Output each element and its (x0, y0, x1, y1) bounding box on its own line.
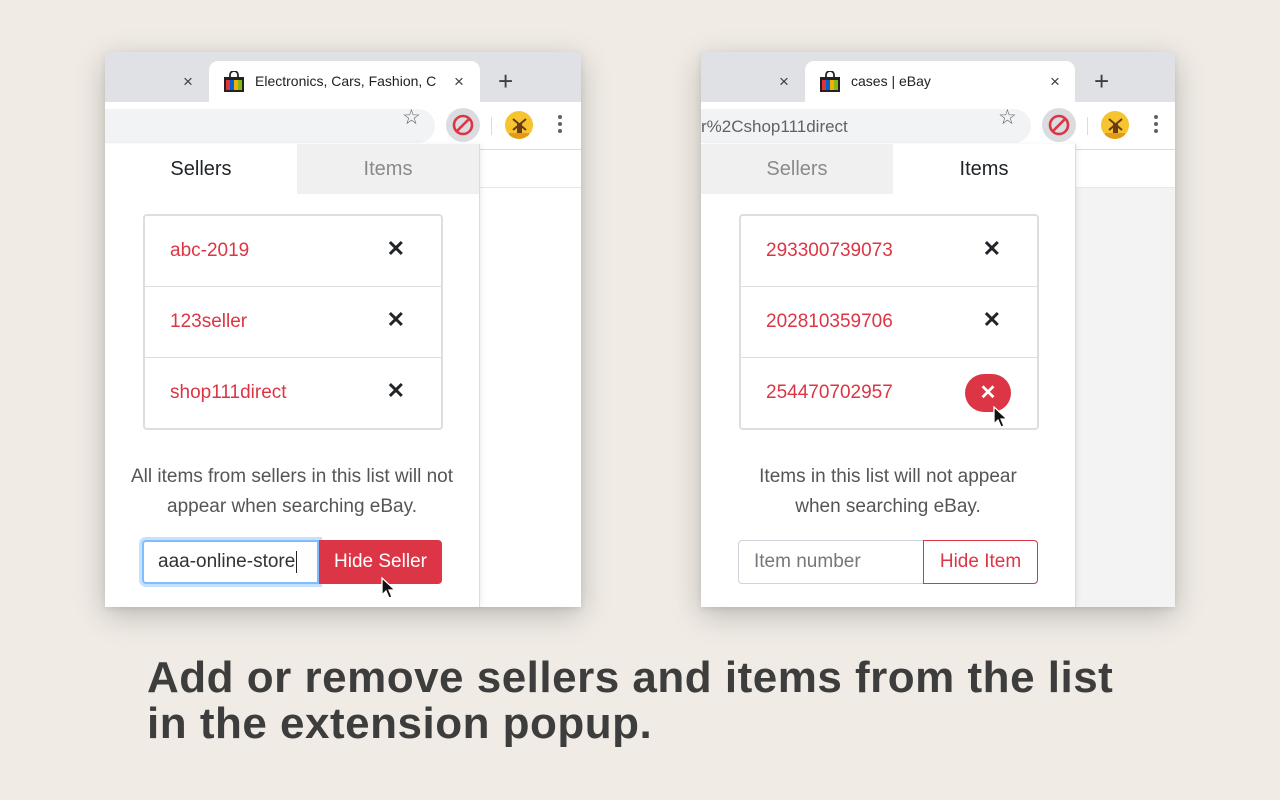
item-number: 202810359706 (766, 311, 893, 332)
seller-list-description: All items from sellers in this list will… (130, 466, 454, 517)
caption-line-2: in the extension popup. (147, 699, 653, 748)
seller-list: abc-2019 ✕ 123seller ✕ shop111direct ✕ (143, 214, 443, 430)
shopping-bag-icon (224, 71, 244, 92)
browser-toolbar: ☆ (105, 102, 581, 150)
seller-name: 123seller (170, 311, 248, 332)
remove-icon[interactable]: ✕ (387, 379, 405, 403)
kebab-menu-icon[interactable] (1154, 115, 1158, 136)
extension-button[interactable] (446, 108, 480, 142)
seller-input[interactable]: aaa-online-store (142, 540, 319, 584)
tab-items[interactable]: Items (893, 144, 1075, 194)
page-content (480, 188, 581, 607)
star-icon[interactable]: ☆ (402, 107, 421, 129)
toolbar-separator (1087, 117, 1088, 135)
address-bar[interactable] (105, 109, 435, 143)
remove-icon[interactable]: ✕ (983, 308, 1001, 332)
popup-tabs: Sellers Items (105, 144, 479, 194)
list-item: abc-2019 ✕ (145, 216, 441, 287)
tab-active[interactable]: Electronics, Cars, Fashion, C × (209, 61, 480, 102)
extension-button[interactable] (1042, 108, 1076, 142)
mouse-pointer-icon (381, 577, 397, 599)
item-number-input[interactable]: Item number (738, 540, 924, 584)
toolbar-separator (491, 117, 492, 135)
tab-active[interactable]: cases | eBay × (805, 61, 1075, 102)
browser-toolbar: r%2Cshop111direct ☆ (701, 102, 1175, 150)
text-caret (296, 550, 298, 573)
shopping-bag-icon (820, 71, 840, 92)
tab-close-icon[interactable]: × (454, 73, 464, 90)
tab-title: Electronics, Cars, Fashion, C (255, 73, 437, 89)
tab-strip: × Electronics, Cars, Fashion, C × + (105, 52, 581, 102)
tab-sellers[interactable]: Sellers (701, 144, 893, 194)
tab-close-icon[interactable]: × (779, 73, 789, 90)
mouse-pointer-icon (993, 406, 1009, 428)
kebab-menu-icon[interactable] (558, 115, 562, 136)
blocked-sign-icon (452, 114, 474, 136)
new-tab-icon[interactable]: + (1094, 68, 1109, 94)
caption-line-1: Add or remove sellers and items from the… (147, 653, 1114, 702)
list-item: 293300739073 ✕ (741, 216, 1037, 287)
tab-inactive[interactable]: × (105, 61, 207, 102)
item-list: 293300739073 ✕ 202810359706 ✕ 2544707029… (739, 214, 1039, 430)
star-icon[interactable]: ☆ (998, 107, 1017, 129)
windmill-avatar-icon[interactable] (1101, 111, 1129, 139)
extension-popup: Sellers Items 293300739073 ✕ 20281035970… (701, 144, 1076, 607)
item-number: 293300739073 (766, 240, 893, 261)
item-list-description: Items in this list will not appear when … (759, 466, 1017, 517)
extension-popup: Sellers Items abc-2019 ✕ 123seller ✕ sho… (105, 144, 480, 607)
remove-icon[interactable]: ✕ (387, 237, 405, 261)
item-number: 254470702957 (766, 382, 893, 403)
list-item: shop111direct ✕ (145, 358, 441, 428)
page-content (1076, 188, 1175, 607)
blocked-sign-icon (1048, 114, 1070, 136)
tab-items[interactable]: Items (297, 144, 479, 194)
seller-name: abc-2019 (170, 240, 250, 261)
tab-title: cases | eBay (851, 73, 931, 89)
address-bar[interactable]: r%2Cshop111direct (701, 109, 1031, 143)
windmill-avatar-icon[interactable] (505, 111, 533, 139)
popup-tabs: Sellers Items (701, 144, 1075, 194)
list-item: 202810359706 ✕ (741, 287, 1037, 358)
tab-sellers[interactable]: Sellers (105, 144, 297, 194)
new-tab-icon[interactable]: + (498, 68, 513, 94)
tab-close-icon[interactable]: × (1050, 73, 1060, 90)
browser-window-items: × cases | eBay × + r%2Cshop111direct ☆ S… (701, 52, 1175, 607)
browser-window-sellers: × Electronics, Cars, Fashion, C × + ☆ Se… (105, 52, 581, 607)
seller-name: shop111direct (170, 382, 287, 403)
caption: Add or remove sellers and items from the… (147, 655, 1207, 747)
hide-item-button[interactable]: Hide Item (923, 540, 1038, 584)
item-number-placeholder: Item number (754, 551, 861, 572)
tab-strip: × cases | eBay × + (701, 52, 1175, 102)
remove-icon[interactable]: ✕ (983, 237, 1001, 261)
list-item: 123seller ✕ (145, 287, 441, 358)
seller-input-value: aaa-online-store (158, 551, 296, 572)
tab-close-icon[interactable]: × (183, 73, 193, 90)
tab-inactive[interactable]: × (701, 61, 803, 102)
remove-icon[interactable]: ✕ (387, 308, 405, 332)
address-text: r%2Cshop111direct (701, 117, 848, 136)
